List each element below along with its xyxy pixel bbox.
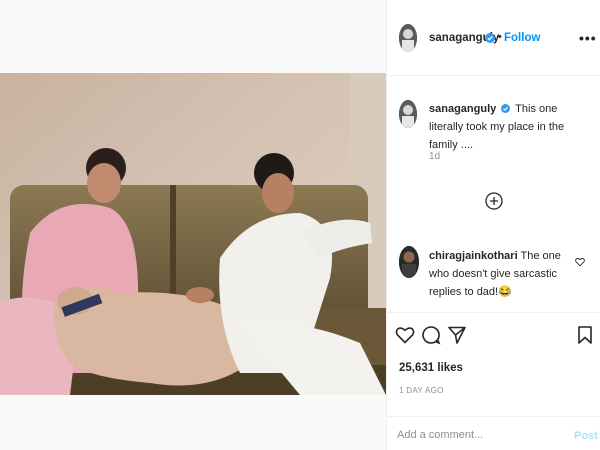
caption-timestamp[interactable]: 1d <box>429 151 440 162</box>
likes-count[interactable]: 25,631 likes <box>399 362 463 374</box>
plus-circle-icon[interactable] <box>485 192 503 210</box>
post-side-panel: sanaganguly • Follow ••• sanaganguly Thi… <box>386 0 600 450</box>
add-comment-input[interactable] <box>397 426 557 444</box>
follow-button[interactable]: Follow <box>504 32 540 44</box>
caption-avatar[interactable] <box>399 100 417 128</box>
small-heart-icon[interactable] <box>575 257 585 267</box>
add-comment-bar: Post <box>387 416 600 450</box>
post-actions-bar <box>387 312 600 360</box>
comment: chiragjainkothari The one who doesn't gi… <box>429 247 579 301</box>
commenter-username[interactable]: chiragjainkothari <box>429 250 518 262</box>
post-timestamp[interactable]: 1 DAY AGO <box>399 386 444 395</box>
verified-badge-icon <box>485 33 495 43</box>
post-photo[interactable] <box>0 73 386 395</box>
bookmark-icon[interactable] <box>575 325 595 345</box>
post-caption: sanaganguly This one literally took my p… <box>429 100 593 154</box>
commenter-avatar[interactable] <box>399 246 419 278</box>
heart-icon[interactable] <box>395 325 415 345</box>
post-comment-button[interactable]: Post <box>574 430 598 442</box>
avatar[interactable] <box>399 24 417 52</box>
more-options-button[interactable]: ••• <box>579 30 597 46</box>
post-header: sanaganguly • Follow ••• <box>387 0 600 76</box>
media-column <box>0 0 386 450</box>
header-separator: • <box>498 31 502 43</box>
verified-badge-icon <box>501 104 511 113</box>
caption-username[interactable]: sanaganguly <box>429 103 496 115</box>
paper-plane-icon[interactable] <box>447 325 467 345</box>
comment-bubble-icon[interactable] <box>421 325 441 345</box>
